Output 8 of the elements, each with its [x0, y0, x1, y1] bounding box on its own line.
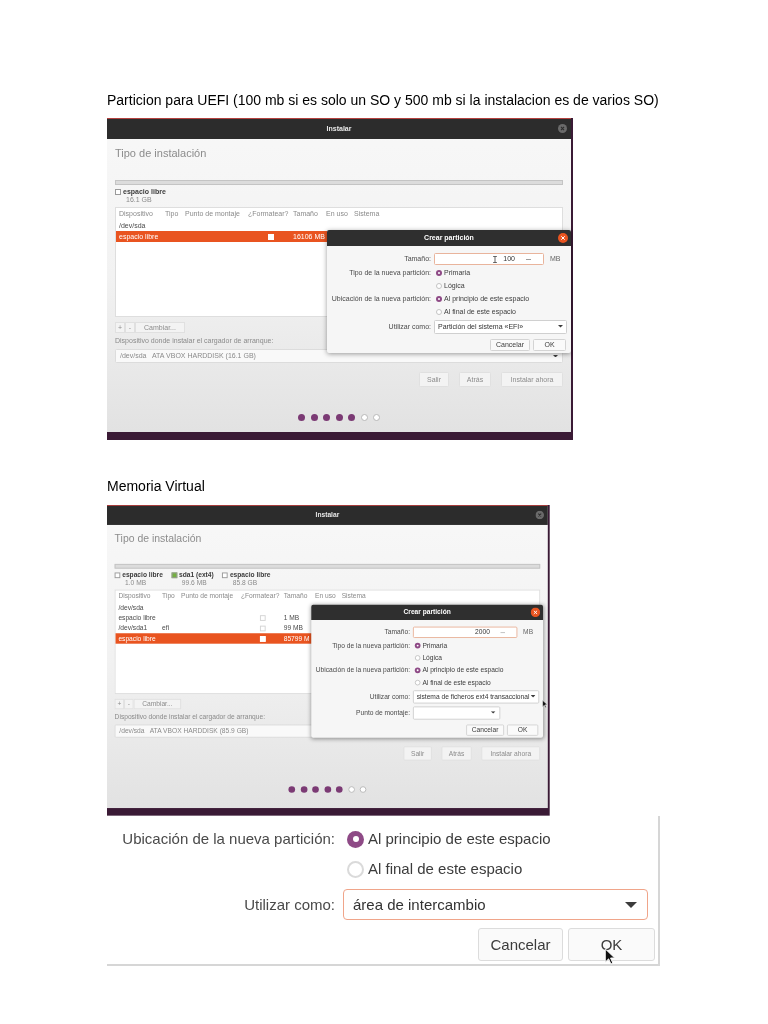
field-label: Utilizar como: [244, 895, 335, 914]
option-label: Al principio de este espacio [368, 830, 551, 848]
heading: Tipo de instalación [115, 147, 207, 160]
heading: Tipo de instalación [114, 532, 202, 545]
caption: Particion para UEFI (100 mb si es solo un SO y 500 mb si la instalacion es de varios SO) [107, 92, 659, 108]
option-label: Al final de este espacio [368, 860, 523, 878]
caption: Memoria Virtual [107, 478, 205, 494]
field-label: Ubicación de la nueva partición: [122, 830, 335, 848]
